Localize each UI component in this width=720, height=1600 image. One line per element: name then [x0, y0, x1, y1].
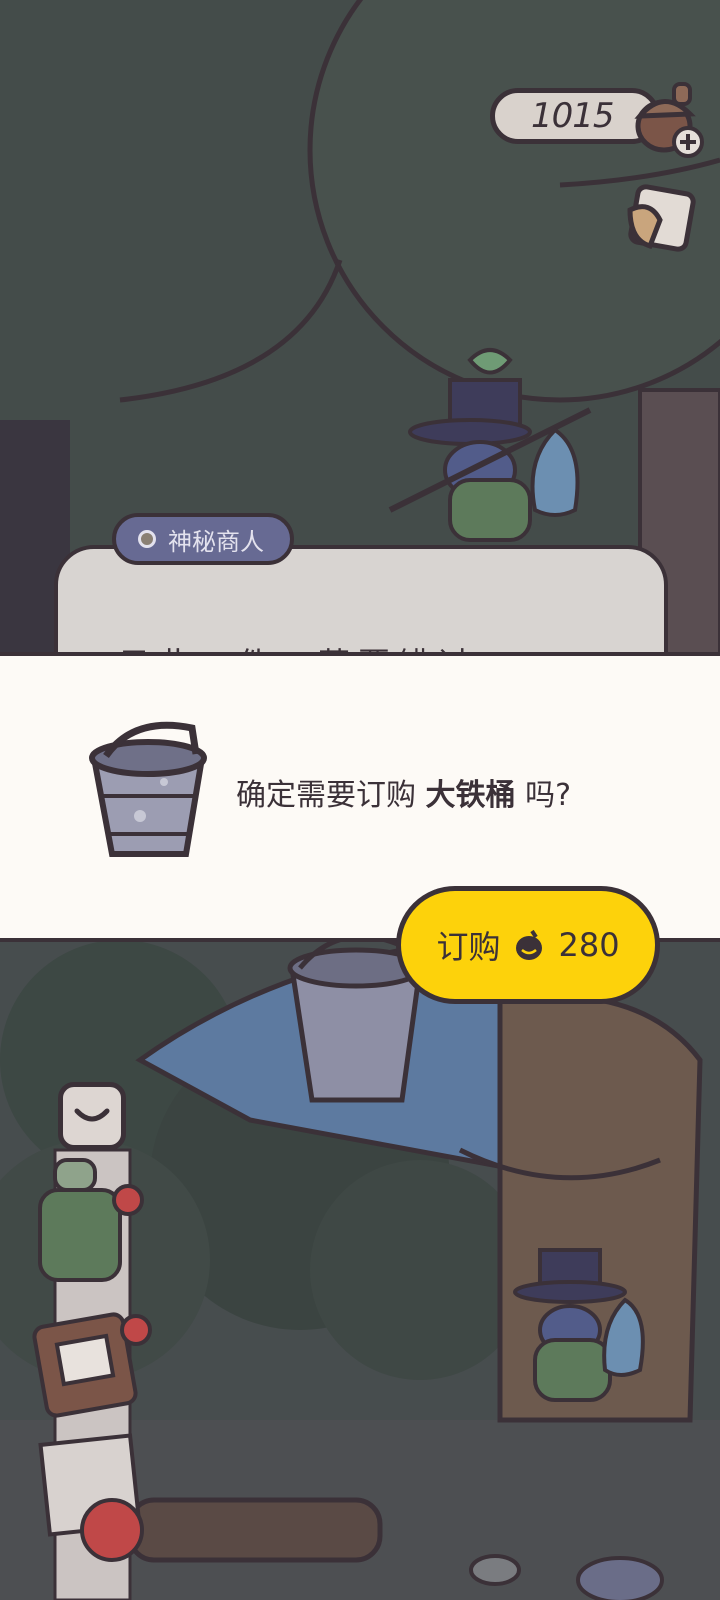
- acorn-count-value: 1015: [531, 96, 615, 136]
- buy-label: 订购: [436, 928, 501, 966]
- price-value: 280: [558, 926, 620, 964]
- bucket-icon: [89, 721, 207, 857]
- confirm-prompt: 确定需要订购 大铁桶 吗?: [236, 770, 571, 814]
- chevron-down-icon: [74, 1108, 110, 1122]
- collapse-toolbar-button[interactable]: [58, 1082, 126, 1150]
- npc-name: 神秘商人: [168, 527, 264, 556]
- acorn-plus-icon[interactable]: [628, 78, 708, 158]
- letter-icon[interactable]: [620, 180, 700, 260]
- item-name: 大铁桶: [425, 778, 516, 813]
- name-tag-dot-icon: [138, 530, 156, 548]
- prompt-after: 吗?: [515, 778, 572, 813]
- notebook-icon: [32, 1312, 152, 1418]
- buy-button[interactable]: 订购 280: [396, 886, 660, 1004]
- prompt-before: 确定需要订购: [236, 778, 426, 813]
- npc-name-tag: 神秘商人: [112, 513, 294, 565]
- acorn-icon: [516, 929, 543, 960]
